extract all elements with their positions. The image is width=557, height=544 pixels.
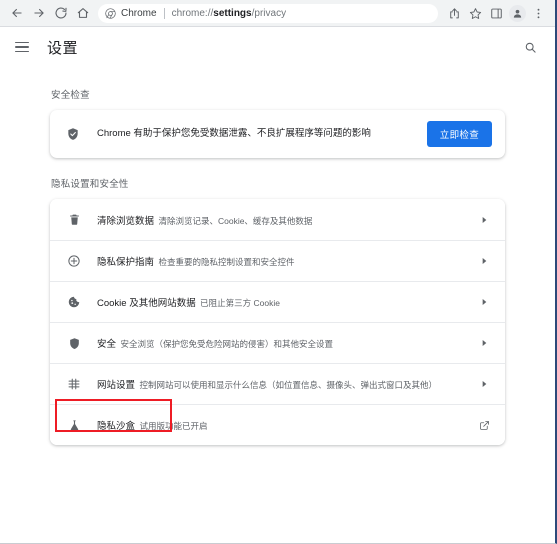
home-icon	[77, 8, 89, 18]
side-panel-icon	[491, 8, 502, 18]
settings-row-text: 隐私沙盒 试用版功能已开启	[97, 416, 468, 434]
side-panel-button[interactable]	[486, 3, 507, 24]
back-arrow-icon	[12, 8, 22, 18]
settings-row-privacy-guide[interactable]: 隐私保护指南 检查重要的隐私控制设置和安全控件	[50, 240, 505, 281]
forward-button[interactable]	[28, 2, 50, 24]
chrome-logo-icon	[105, 7, 116, 19]
settings-row-text: 安全 安全浏览（保护您免受危险网站的侵害）和其他安全设置	[97, 334, 468, 352]
shield-icon	[65, 337, 83, 350]
chevron-right-icon	[476, 339, 492, 347]
share-icon	[450, 7, 459, 18]
settings-row-site-settings[interactable]: 网站设置 控制网站可以使用和显示什么信息（如位置信息、摄像头、弹出式窗口及其他）	[50, 363, 505, 404]
url-suffix: /privacy	[251, 7, 287, 19]
share-button[interactable]	[444, 3, 465, 24]
omnibox-divider	[163, 7, 165, 19]
safety-check-section-title: 安全检查	[51, 90, 90, 101]
external-link-icon	[476, 420, 492, 431]
omnibox-site-label: Chrome	[121, 7, 157, 19]
settings-row-title: 隐私沙盒	[97, 421, 136, 432]
settings-row-text: 清除浏览数据 清除浏览记录、Cookie、缓存及其他数据	[97, 211, 468, 229]
page-title: 设置	[47, 39, 79, 57]
back-button[interactable]	[6, 2, 28, 24]
browser-window: Chrome chrome://settings/privacy 设置 安全检查…	[0, 0, 557, 544]
reload-icon	[55, 7, 67, 19]
settings-row-subtitle: 清除浏览记录、Cookie、缓存及其他数据	[158, 215, 313, 226]
forward-arrow-icon	[34, 8, 44, 18]
settings-content: 安全检查 Chrome 有助于保护您免受数据泄露、不良扩展程序等问题的影响 立即…	[0, 67, 555, 445]
url-bold-part: settings	[213, 7, 252, 19]
safety-check-description: Chrome 有助于保护您免受数据泄露、不良扩展程序等问题的影响	[97, 128, 371, 140]
chevron-right-icon	[476, 298, 492, 306]
flask-icon	[65, 419, 83, 432]
profile-avatar-icon	[509, 4, 526, 22]
hamburger-menu-icon[interactable]	[15, 37, 35, 57]
settings-row-security[interactable]: 安全 安全浏览（保护您免受危险网站的侵害）和其他安全设置	[50, 322, 505, 363]
settings-row-text: 隐私保护指南 检查重要的隐私控制设置和安全控件	[97, 252, 468, 270]
omnibox-url: chrome://settings/privacy	[172, 8, 286, 19]
settings-row-subtitle: 试用版功能已开启	[139, 421, 208, 431]
settings-row-subtitle: 安全浏览（保护您免受危险网站的侵害）和其他安全设置	[120, 339, 333, 349]
settings-row-title: Cookie 及其他网站数据	[97, 298, 196, 309]
safety-check-card: Chrome 有助于保护您免受数据泄露、不良扩展程序等问题的影响 立即检查	[50, 110, 505, 158]
chevron-right-icon	[476, 257, 492, 265]
browser-menu-button[interactable]	[528, 3, 549, 24]
settings-row-cookies[interactable]: Cookie 及其他网站数据 已阻止第三方 Cookie	[50, 281, 505, 322]
privacy-section-title: 隐私设置和安全性	[51, 179, 129, 190]
trash-icon	[65, 213, 83, 226]
settings-search-button[interactable]	[519, 36, 541, 58]
bookmark-star-icon	[469, 7, 482, 19]
settings-row-clear-browsing-data[interactable]: 清除浏览数据 清除浏览记录、Cookie、缓存及其他数据	[50, 199, 505, 240]
settings-row-subtitle: 控制网站可以使用和显示什么信息（如位置信息、摄像头、弹出式窗口及其他）	[139, 380, 437, 390]
address-bar[interactable]: Chrome chrome://settings/privacy	[98, 3, 438, 23]
settings-row-title: 网站设置	[97, 380, 136, 391]
search-icon	[525, 42, 536, 53]
settings-row-text: 网站设置 控制网站可以使用和显示什么信息（如位置信息、摄像头、弹出式窗口及其他）	[97, 375, 468, 393]
privacy-settings-card: 清除浏览数据 清除浏览记录、Cookie、缓存及其他数据 隐私保护指南 检查重要…	[50, 199, 505, 445]
three-dot-menu-icon	[537, 8, 540, 18]
settings-header: 设置	[0, 27, 555, 67]
home-button[interactable]	[72, 2, 94, 24]
chevron-right-icon	[476, 380, 492, 388]
url-prefix: chrome://	[171, 7, 214, 19]
sliders-icon	[65, 377, 83, 391]
browser-toolbar: Chrome chrome://settings/privacy	[0, 0, 555, 27]
settings-row-text: Cookie 及其他网站数据 已阻止第三方 Cookie	[97, 293, 468, 311]
settings-row-subtitle: 检查重要的隐私控制设置和安全控件	[158, 257, 295, 267]
settings-row-title: 清除浏览数据	[97, 215, 155, 227]
settings-page: 设置 安全检查 Chrome 有助于保护您免受数据泄露、不良扩展程序等问题的影响…	[0, 27, 555, 543]
settings-row-privacy-sandbox[interactable]: 隐私沙盒 试用版功能已开启	[50, 404, 505, 445]
safety-check-row: Chrome 有助于保护您免受数据泄露、不良扩展程序等问题的影响 立即检查	[50, 110, 505, 158]
run-safety-check-button[interactable]: 立即检查	[426, 121, 492, 147]
settings-row-title: 隐私保护指南	[97, 257, 155, 268]
cookie-icon	[65, 295, 83, 309]
reload-button[interactable]	[50, 2, 72, 24]
shield-check-icon	[65, 127, 81, 141]
settings-row-subtitle: 已阻止第三方 Cookie	[200, 298, 280, 308]
privacy-guide-icon	[65, 254, 83, 268]
chevron-right-icon	[476, 216, 492, 224]
settings-row-title: 安全	[97, 339, 117, 350]
profile-button[interactable]	[507, 3, 528, 24]
bookmark-button[interactable]	[465, 3, 486, 24]
